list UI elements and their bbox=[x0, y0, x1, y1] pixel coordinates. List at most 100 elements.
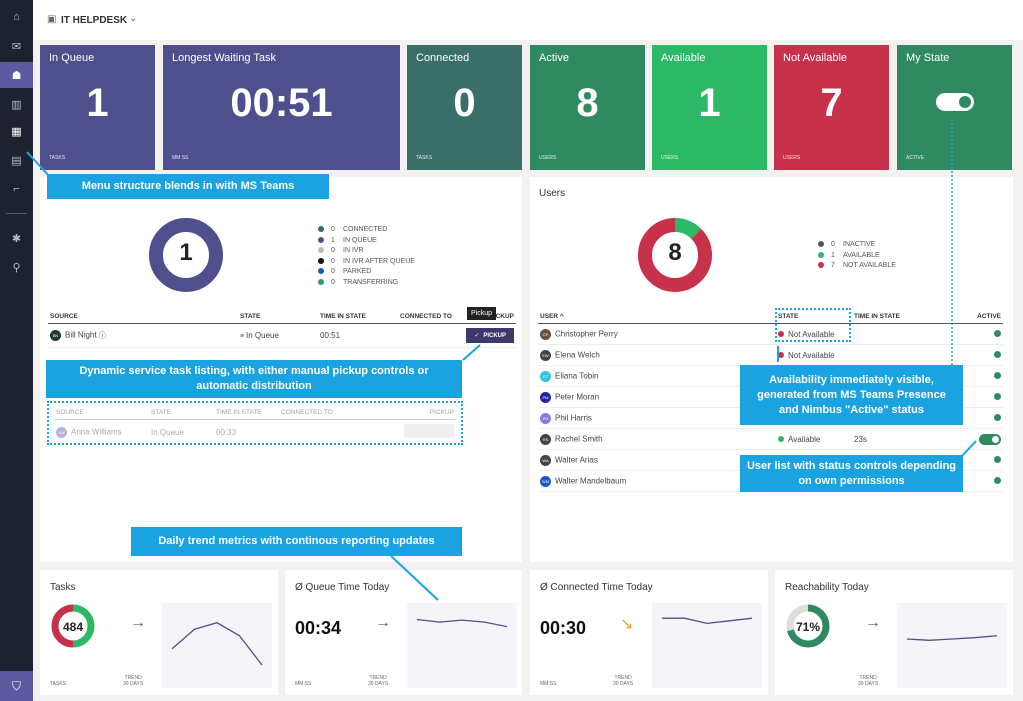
chat-icon[interactable]: ✉ bbox=[0, 33, 33, 59]
queues-icon[interactable]: ▥ bbox=[0, 91, 33, 117]
legend-dot-icon bbox=[318, 226, 324, 233]
tile-value: 7 bbox=[820, 81, 843, 125]
chevron-down-icon[interactable]: ⌄ bbox=[129, 13, 137, 24]
tile-unit: USERS bbox=[783, 155, 801, 161]
col-time-in-state[interactable]: TIME IN STATE bbox=[852, 310, 949, 324]
tile-unit: TASKS bbox=[49, 155, 66, 161]
tasks-table: SOURCE STATE TIME IN STATE CONNECTED TO … bbox=[48, 310, 516, 348]
org-icon[interactable]: ⚲ bbox=[0, 254, 33, 280]
legend-label: PARKED bbox=[343, 268, 372, 275]
trend-sparkline bbox=[162, 603, 272, 688]
task-state: In Queue bbox=[246, 331, 279, 340]
legend-dot-icon bbox=[318, 268, 324, 275]
col-source[interactable]: SOURCE bbox=[48, 310, 238, 324]
card-trend-label: TREND 30 DAYS bbox=[858, 675, 879, 687]
legend-item: 0 PARKED bbox=[318, 267, 415, 278]
pickup-button[interactable]: ✓ PICKUP bbox=[466, 328, 514, 343]
tile-available: Available 1 USERS bbox=[652, 45, 767, 170]
col-time-in-state[interactable]: TIME IN STATE bbox=[318, 310, 398, 324]
card-unit: MM:SS bbox=[540, 681, 557, 687]
tile-unit: MM:SS bbox=[172, 155, 189, 161]
tile-value: 00:51 bbox=[230, 81, 333, 125]
user-time-in-state bbox=[852, 344, 949, 366]
legend-count: 0 bbox=[331, 278, 335, 286]
legend-item: 7 NOT AVAILABLE bbox=[818, 261, 896, 272]
status-dot-icon bbox=[778, 352, 784, 359]
tile-my-state: My State ACTIVE bbox=[897, 45, 1012, 170]
card-value: 484 bbox=[62, 620, 84, 634]
info-icon[interactable]: ⓘ bbox=[99, 333, 106, 340]
home-icon[interactable]: ⌂ bbox=[0, 4, 33, 30]
tile-title: Longest Waiting Task bbox=[172, 52, 276, 64]
tile-value: 0 bbox=[453, 81, 476, 125]
trend-arrow-icon: → bbox=[375, 614, 391, 631]
my-state-toggle[interactable] bbox=[935, 93, 974, 111]
legend-label: IN IVR bbox=[343, 247, 364, 254]
user-time-in-state: 23s bbox=[852, 428, 949, 450]
legend-label: AVAILABLE bbox=[843, 251, 880, 259]
ghost-task-row: AW Anna Williams In Queue 00:33 bbox=[54, 420, 456, 445]
sparkline-series bbox=[416, 618, 508, 628]
col-state[interactable]: STATE bbox=[238, 310, 318, 324]
settings-icon[interactable]: ✱ bbox=[0, 225, 33, 251]
card-tasks: Tasks 484 → TASKS TREND 30 DAYS bbox=[40, 570, 278, 695]
tile-unit: TASKS bbox=[416, 155, 433, 161]
sparkline-series bbox=[906, 635, 998, 641]
sparkline-series bbox=[662, 617, 753, 625]
col-connected-to[interactable]: CONNECTED TO bbox=[398, 310, 460, 324]
tile-active: Active 8 USERS bbox=[530, 45, 645, 170]
trend-sparkline bbox=[407, 603, 517, 688]
avatar: PH bbox=[540, 412, 551, 424]
legend-count: 0 bbox=[331, 268, 335, 275]
sparkline-series bbox=[171, 622, 263, 666]
reports-icon[interactable]: ▤ bbox=[0, 147, 33, 173]
active-status-dot bbox=[994, 392, 1001, 400]
user-row: EW Elena Welch Not Available bbox=[538, 344, 1003, 366]
task-time: 00:51 bbox=[318, 323, 398, 348]
task-connected-to bbox=[398, 323, 460, 348]
legend-count: 0 bbox=[331, 226, 335, 233]
top-bar: ▣ IT HELPDESK ⌄ bbox=[33, 0, 1023, 40]
avatar: WA bbox=[540, 454, 551, 466]
state-highlight bbox=[775, 308, 851, 342]
avatar: AW bbox=[56, 426, 67, 438]
teams-icon[interactable]: ☗ bbox=[0, 62, 33, 88]
col-time: TIME IN STATE bbox=[214, 406, 279, 420]
legend-dot-icon bbox=[318, 257, 324, 264]
legend-item: 0 IN IVR AFTER QUEUE bbox=[318, 257, 415, 268]
card-trend-label: TREND 30 DAYS bbox=[368, 675, 389, 687]
tile-title: In Queue bbox=[49, 52, 95, 64]
flow-icon[interactable]: ⌐ bbox=[0, 176, 33, 202]
col-active[interactable]: ACTIVE bbox=[948, 310, 1003, 324]
page-title[interactable]: IT HELPDESK bbox=[61, 15, 127, 26]
dashboard-icon[interactable]: ▦ bbox=[0, 118, 33, 144]
legend-dot-icon bbox=[318, 247, 324, 254]
active-toggle[interactable] bbox=[979, 433, 1001, 445]
card-reachability: Reachability Today 71% → TREND 30 DAYS bbox=[775, 570, 1013, 695]
legend-item: 0 INACTIVE bbox=[818, 240, 896, 251]
user-state: Not Available bbox=[788, 350, 835, 360]
card-title: Ø Connected Time Today bbox=[540, 582, 653, 593]
tile-title: Available bbox=[661, 52, 706, 64]
card-value: 00:34 bbox=[295, 618, 342, 638]
callout-availability: Availability immediately visible, genera… bbox=[740, 365, 963, 425]
card-trend-label: TREND 30 DAYS bbox=[613, 675, 634, 687]
active-status-dot bbox=[994, 476, 1001, 484]
user-name: Peter Moran bbox=[555, 392, 600, 402]
legend-count: 0 bbox=[331, 247, 335, 254]
callout-menu: Menu structure blends in with MS Teams bbox=[47, 174, 329, 199]
trend-sparkline bbox=[652, 603, 762, 688]
col-pickup: PICKUP bbox=[368, 406, 456, 420]
users-legend: 0 INACTIVE 1 AVAILABLE 7 NOT AVAILABLE bbox=[818, 240, 896, 272]
task-source: Anna Williams bbox=[71, 427, 122, 437]
col-user[interactable]: USER ^ bbox=[538, 310, 776, 324]
tile-value: 1 bbox=[698, 81, 721, 125]
card-value: 00:30 bbox=[540, 618, 587, 638]
legend-item: 1 IN QUEUE bbox=[318, 236, 415, 247]
ghost-task-table: SOURCE STATE TIME IN STATE CONNECTED TO … bbox=[54, 406, 456, 444]
legend-label: IN IVR AFTER QUEUE bbox=[343, 257, 415, 265]
tile-title: Active bbox=[539, 52, 569, 64]
service-icon: ▣ bbox=[47, 14, 57, 25]
shield-icon[interactable]: ⛉ bbox=[0, 671, 33, 701]
avatar: CP bbox=[540, 328, 551, 340]
